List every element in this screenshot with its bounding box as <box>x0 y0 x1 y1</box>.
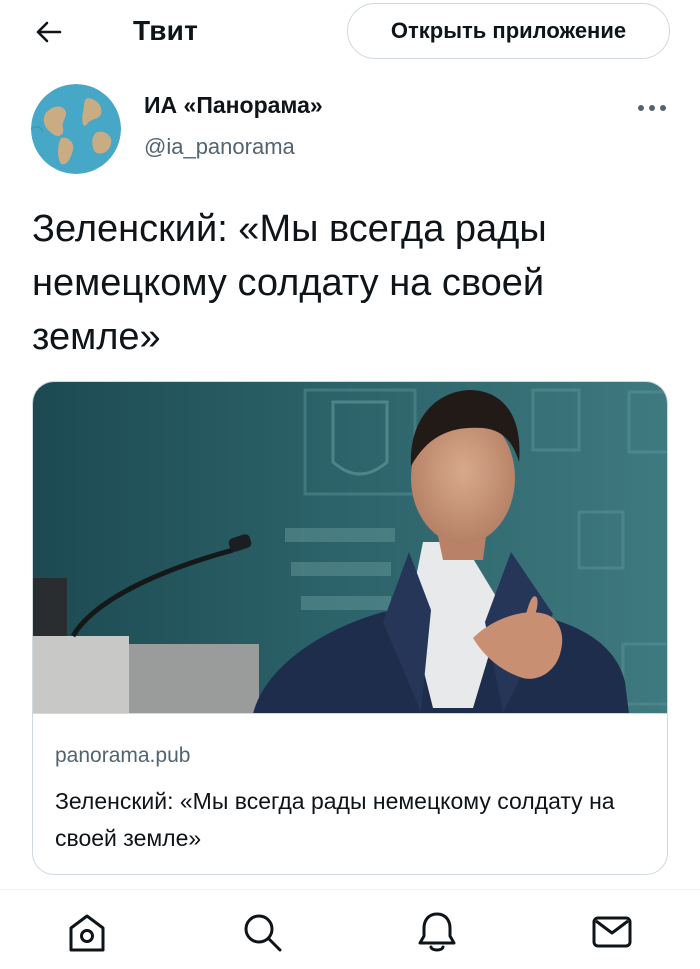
card-domain: panorama.pub <box>55 744 191 767</box>
author-name[interactable]: ИА «Панорама» <box>144 92 323 119</box>
tweet-text: Зеленский: «Мы всегда рады немецкому сол… <box>32 208 547 358</box>
link-preview-card[interactable]: panorama.pub Зеленский: «Мы всегда рады … <box>32 381 668 875</box>
nav-messages[interactable] <box>588 908 636 956</box>
nav-notifications[interactable] <box>413 908 461 956</box>
search-icon <box>244 914 282 952</box>
globe-avatar-icon <box>31 84 121 174</box>
messages-icon <box>592 916 632 948</box>
open-app-button[interactable]: Открыть приложение <box>347 3 670 59</box>
top-bar: Твит Открыть приложение <box>0 0 700 64</box>
more-options-button[interactable] <box>634 96 670 120</box>
home-icon <box>69 914 105 952</box>
bottom-navigation <box>0 889 700 969</box>
back-button[interactable] <box>28 14 68 50</box>
card-title: Зеленский: «Мы всегда рады немецкому сол… <box>55 788 615 851</box>
photo-speaker-at-podium <box>33 382 667 713</box>
arrow-left-icon <box>36 21 62 43</box>
card-image <box>33 382 667 714</box>
avatar[interactable] <box>31 84 121 174</box>
page-title: Твит <box>133 15 198 46</box>
author-handle[interactable]: @ia_panorama <box>144 134 295 160</box>
nav-home[interactable] <box>63 908 111 956</box>
nav-search[interactable] <box>238 908 286 956</box>
notifications-icon <box>418 912 456 952</box>
more-dots-icon <box>638 105 666 111</box>
